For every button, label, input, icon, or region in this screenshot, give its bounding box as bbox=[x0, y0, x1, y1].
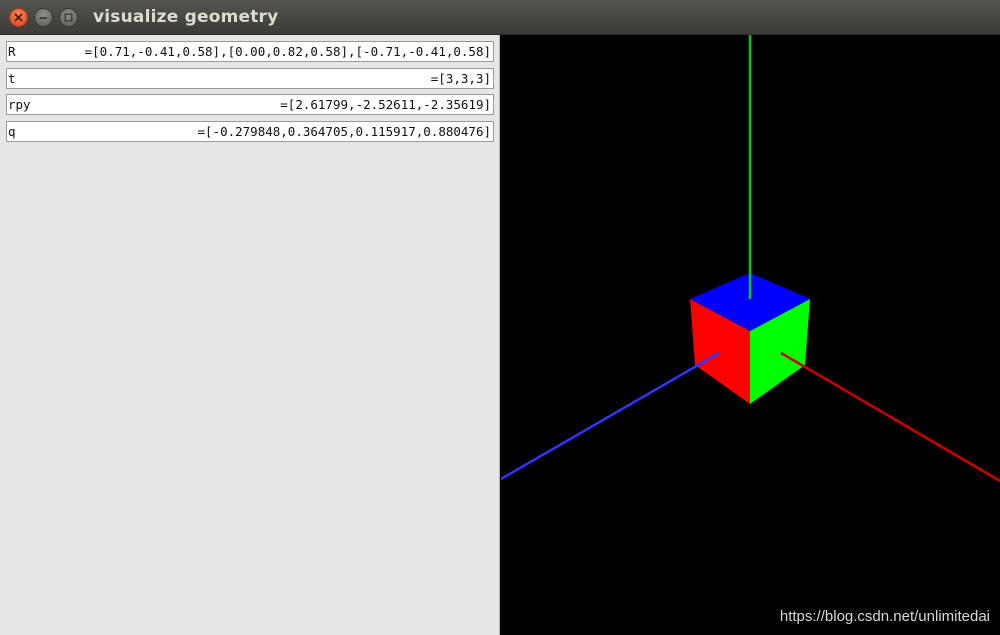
rpy-field[interactable]: rpy =[2.61799,-2.52611,-2.35619] bbox=[6, 94, 494, 115]
watermark-text: https://blog.csdn.net/unlimitedai bbox=[779, 608, 990, 625]
field-label: R bbox=[8, 44, 16, 59]
maximize-icon bbox=[64, 13, 73, 22]
minimize-button[interactable] bbox=[34, 8, 53, 27]
quaternion-field[interactable]: q =[-0.279848,0.364705,0.115917,0.880476… bbox=[6, 121, 494, 142]
window-title: visualize geometry bbox=[93, 7, 279, 27]
maximize-button[interactable] bbox=[59, 8, 78, 27]
app-window: visualize geometry R =[0.71,-0.41,0.58],… bbox=[0, 0, 1000, 635]
title-bar[interactable]: visualize geometry bbox=[0, 0, 1000, 35]
z-axis-line bbox=[500, 351, 720, 481]
close-icon bbox=[14, 13, 23, 22]
field-value: =[0.71,-0.41,0.58],[0.00,0.82,0.58],[-0.… bbox=[84, 44, 491, 59]
field-label: t bbox=[8, 71, 16, 86]
variables-panel: R =[0.71,-0.41,0.58],[0.00,0.82,0.58],[-… bbox=[0, 35, 500, 635]
field-value: =[2.61799,-2.52611,-2.35619] bbox=[280, 97, 491, 112]
field-label: rpy bbox=[8, 97, 31, 112]
close-button[interactable] bbox=[9, 8, 28, 27]
minimize-icon bbox=[40, 17, 47, 19]
translation-field[interactable]: t =[3,3,3] bbox=[6, 68, 494, 89]
field-value: =[3,3,3] bbox=[430, 71, 491, 86]
rotation-matrix-field[interactable]: R =[0.71,-0.41,0.58],[0.00,0.82,0.58],[-… bbox=[6, 41, 494, 62]
scene-canvas bbox=[500, 35, 1000, 483]
field-value: =[-0.279848,0.364705,0.115917,0.880476] bbox=[197, 124, 492, 139]
x-axis-line bbox=[780, 351, 1000, 483]
3d-viewport[interactable]: https://blog.csdn.net/unlimitedai bbox=[500, 35, 1000, 635]
field-label: q bbox=[8, 124, 16, 139]
